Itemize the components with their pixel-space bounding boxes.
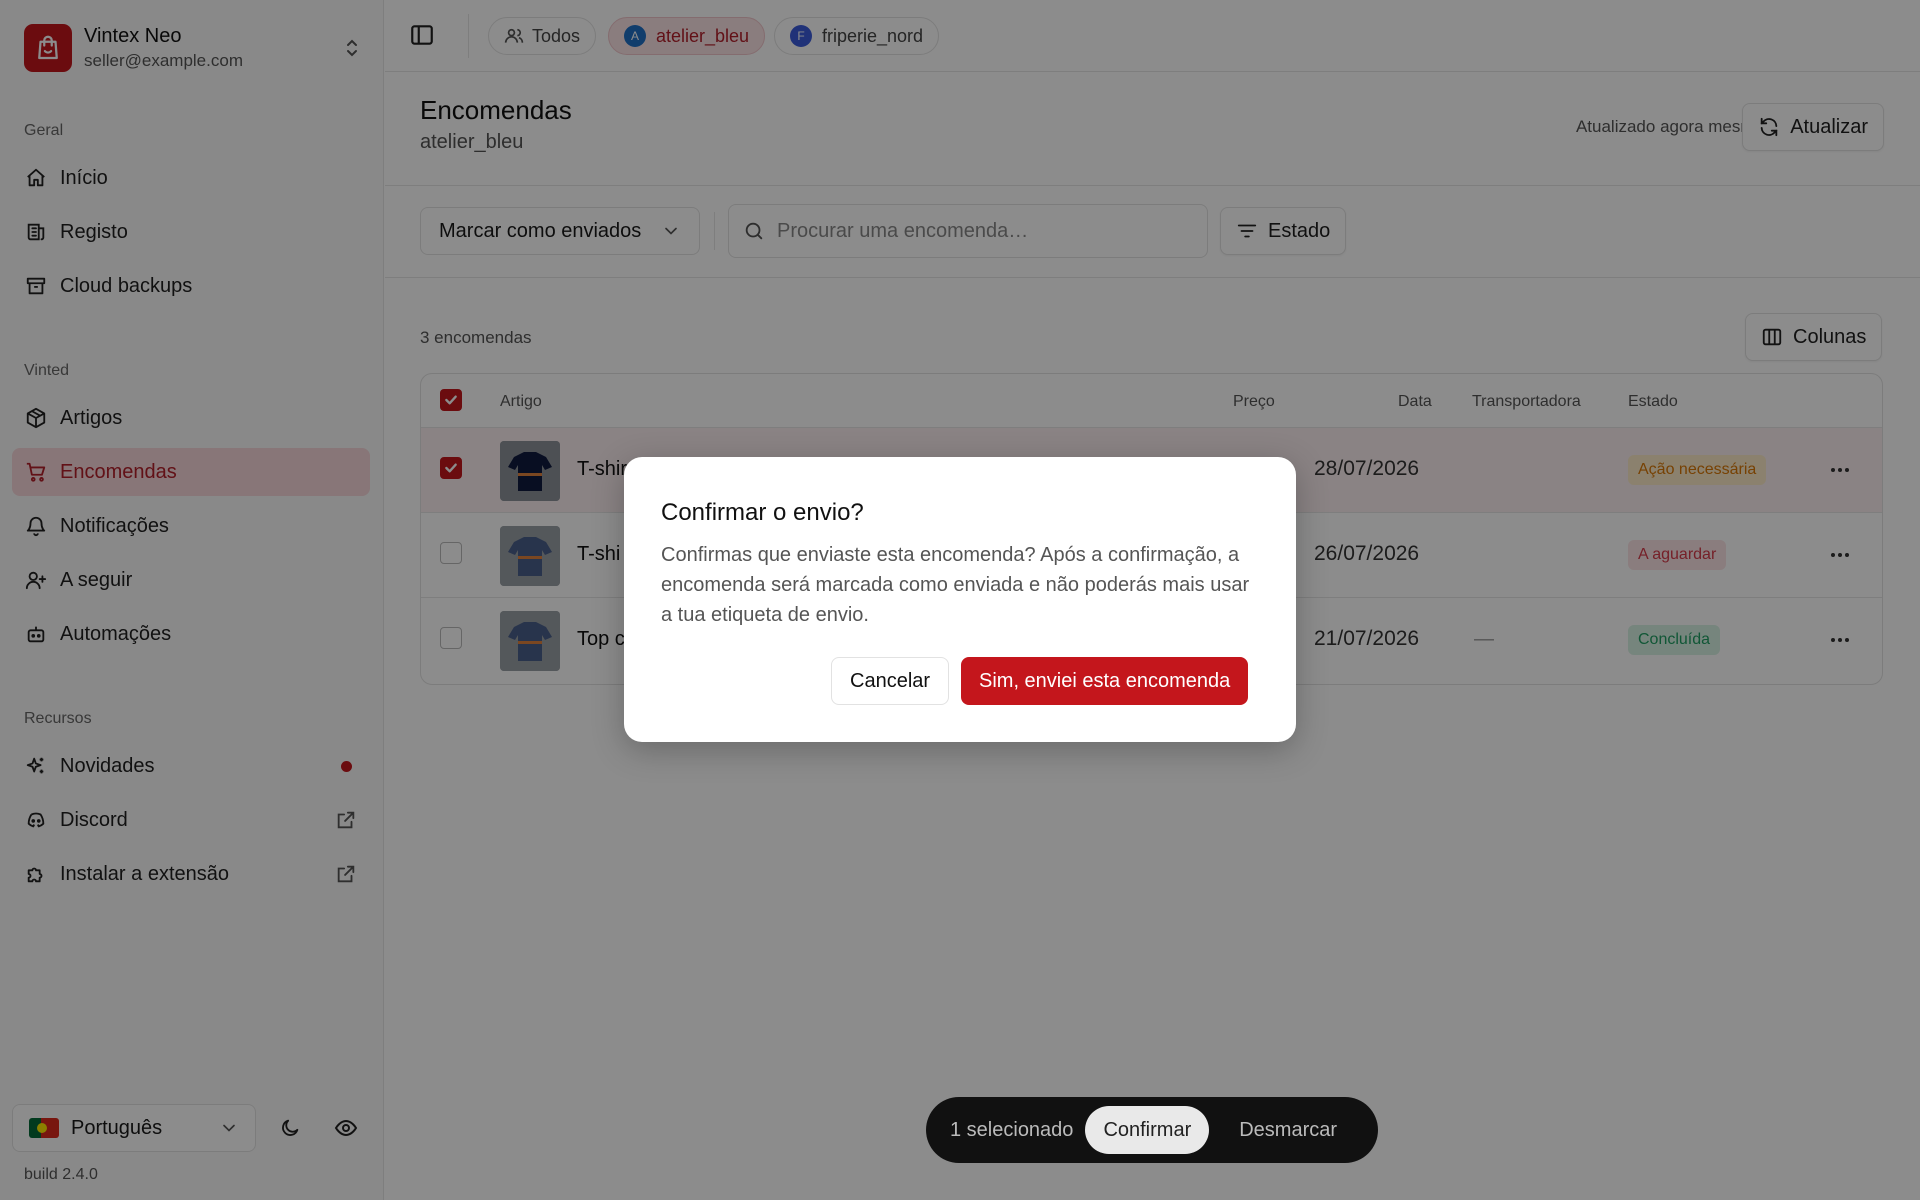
selection-count: 1 selecionado xyxy=(950,1118,1074,1141)
cancel-button[interactable]: Cancelar xyxy=(831,657,950,705)
confirm-shipped-button[interactable]: Sim, enviei esta encomenda xyxy=(961,657,1249,705)
selection-action-bar: 1 selecionado Confirmar Desmarcar xyxy=(926,1097,1378,1163)
bulk-confirm-button[interactable]: Confirmar xyxy=(1085,1106,1210,1154)
dialog-description: Confirmas que enviaste esta encomenda? A… xyxy=(661,544,1250,626)
confirm-shipment-dialog: Confirmar o envio? Confirmas que enviast… xyxy=(624,457,1296,742)
dialog-title: Confirmar o envio? xyxy=(661,499,864,526)
bulk-deselect-button[interactable]: Desmarcar xyxy=(1221,1119,1355,1142)
